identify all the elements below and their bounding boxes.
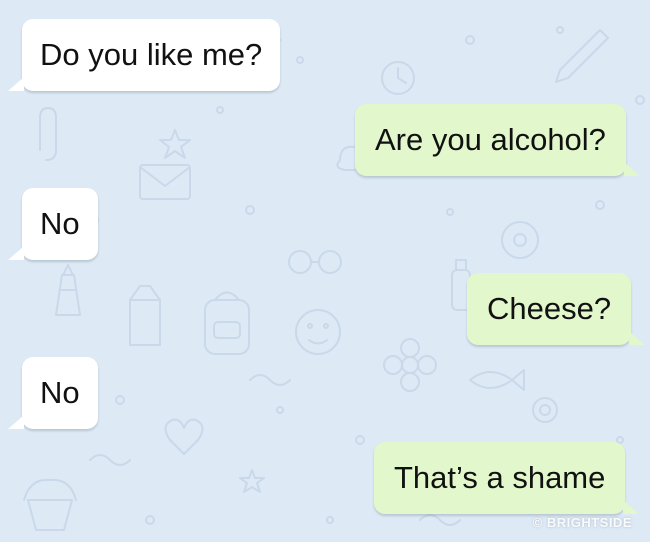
message-text: Cheese? [487,291,612,326]
brightside-watermark: © BRIGHTSIDE [532,515,632,530]
fish-doodle-icon [469,369,525,391]
incoming-message-bubble[interactable]: Do you like me? [8,19,281,91]
bubble-tail [623,500,640,514]
gear-doodle-icon [532,397,558,423]
paperclip-doodle-icon [39,107,57,161]
heart-doodle-icon [164,418,204,455]
glasses-doodle-icon [288,250,342,274]
message-text: No [40,206,80,241]
star-doodle-icon [239,469,265,493]
star-doodle-icon [159,129,191,159]
lighthouse-doodle-icon [55,264,81,316]
bubble-tail [623,162,640,176]
flower-doodle-icon [383,338,437,392]
outgoing-message-bubble[interactable]: That’s a shame [374,442,640,514]
cupcake-doodle-icon [23,478,77,531]
message-text: That’s a shame [394,460,606,495]
clock-doodle-icon [381,61,415,95]
incoming-message-bubble[interactable]: No [8,188,98,260]
bubble-tail [8,415,24,429]
outgoing-message-bubble[interactable]: Cheese? [467,273,646,345]
message-text: Are you alcohol? [375,122,606,157]
smiley-doodle-icon [295,309,341,355]
milk-carton-doodle-icon [129,285,161,346]
bubble-tail [8,77,24,91]
pencil-doodle-icon [555,29,609,83]
envelope-doodle-icon [139,164,191,200]
disc-doodle-icon [501,221,539,259]
bubble-tail [629,331,646,345]
outgoing-message-bubble[interactable]: Are you alcohol? [355,104,640,176]
backpack-doodle-icon [204,291,250,355]
bubble-tail [8,246,24,260]
message-text: Do you like me? [40,37,263,72]
incoming-message-bubble[interactable]: No [8,357,98,429]
message-text: No [40,375,80,410]
